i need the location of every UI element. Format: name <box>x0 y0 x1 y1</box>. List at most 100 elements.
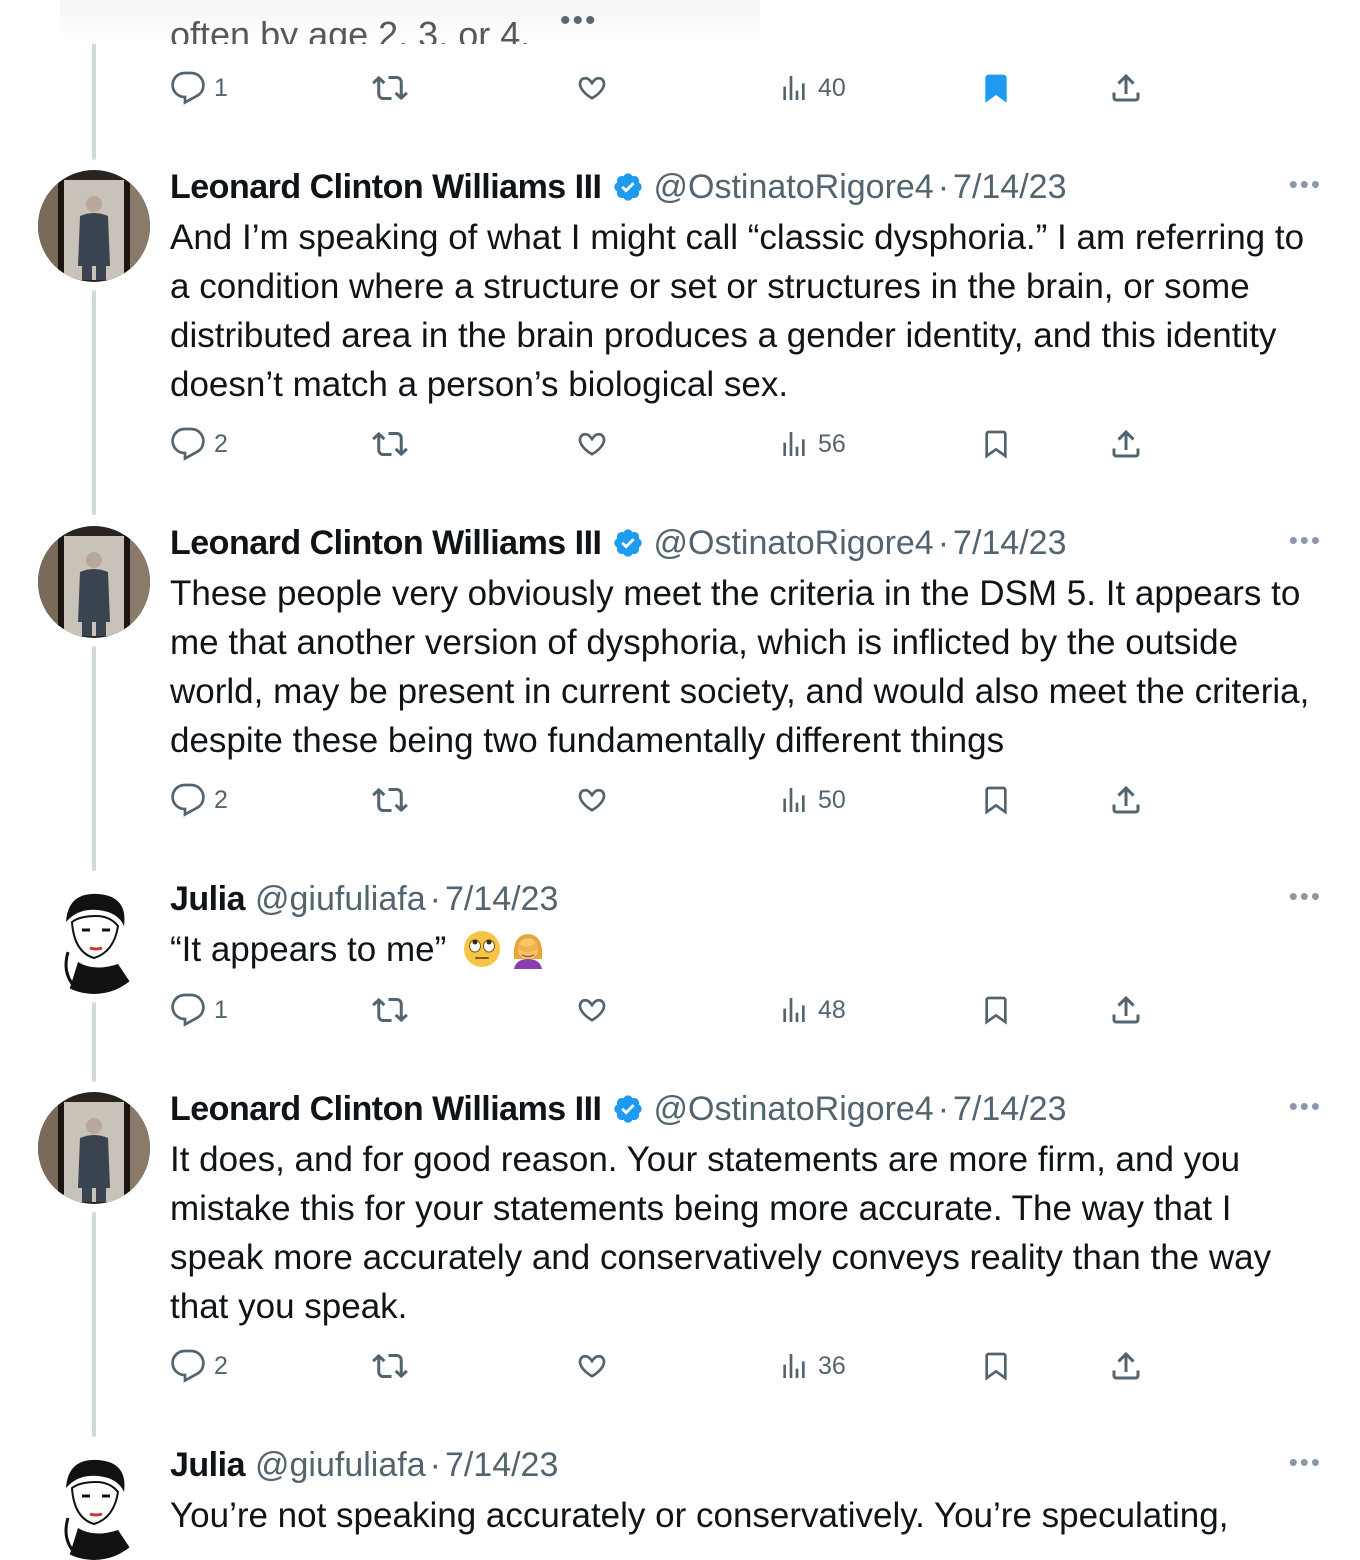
author-name[interactable]: Leonard Clinton Williams III <box>170 524 602 563</box>
tweet-actions: 2 50 <box>0 780 1360 820</box>
reply-count: 2 <box>214 429 228 458</box>
separator-dot: · <box>429 1445 441 1484</box>
tweet-header: Leonard Clinton Williams III @OstinatoRi… <box>170 165 1067 209</box>
separator-dot: · <box>937 167 950 206</box>
more-icon[interactable]: ••• <box>560 6 598 36</box>
author-name[interactable]: Julia <box>170 1446 245 1485</box>
like-button[interactable] <box>574 424 610 464</box>
retweet-button[interactable] <box>370 780 410 820</box>
author-handle[interactable]: @giufuliafa <box>255 1446 426 1485</box>
share-button[interactable] <box>1108 424 1144 464</box>
bookmark-button[interactable] <box>980 780 1012 820</box>
tweet-date[interactable]: 7/14/23 <box>953 1090 1066 1129</box>
like-button[interactable] <box>574 68 610 108</box>
reply-icon <box>171 783 205 817</box>
share-icon <box>1112 73 1140 102</box>
reply-button[interactable]: 1 <box>170 68 228 108</box>
share-icon <box>1112 995 1140 1024</box>
tweet-text: “It appears to me” <box>170 925 1320 974</box>
views-count: 48 <box>818 995 846 1024</box>
avatar[interactable] <box>38 1092 150 1204</box>
author-handle[interactable]: @OstinatoRigore4 <box>654 168 934 207</box>
reply-button[interactable]: 2 <box>170 1346 228 1386</box>
avatar-image <box>38 1092 150 1204</box>
bookmark-button[interactable] <box>980 990 1012 1030</box>
views-button[interactable]: 56 <box>778 424 846 464</box>
bookmark-button[interactable] <box>980 424 1012 464</box>
thread-line <box>92 1212 96 1437</box>
retweet-icon <box>372 997 408 1023</box>
views-button[interactable]: 48 <box>778 990 846 1030</box>
tweet-text: It does, and for good reason. Your state… <box>170 1135 1320 1331</box>
avatar-image <box>38 526 150 638</box>
author-handle[interactable]: @giufuliafa <box>255 880 426 919</box>
bookmark-filled-icon <box>985 74 1007 103</box>
retweet-button[interactable] <box>370 68 410 108</box>
views-icon <box>783 998 805 1022</box>
clipped-tweet-text: often by age 2, 3, or 4. <box>170 14 531 44</box>
tweet-header: Leonard Clinton Williams III @OstinatoRi… <box>170 1087 1067 1131</box>
like-icon <box>578 788 606 812</box>
tweet-actions: 1 40 <box>0 68 1360 108</box>
reply-icon <box>171 427 205 461</box>
reply-button[interactable]: 2 <box>170 424 228 464</box>
share-icon <box>1112 785 1140 814</box>
more-icon[interactable]: ••• <box>1289 525 1322 556</box>
share-button[interactable] <box>1108 780 1144 820</box>
tweet-date[interactable]: 7/14/23 <box>445 880 558 919</box>
tweet-text: These people very obviously meet the cri… <box>170 569 1320 765</box>
retweet-button[interactable] <box>370 1346 410 1386</box>
reply-count: 1 <box>214 995 228 1024</box>
like-icon <box>578 76 606 100</box>
tweet-date[interactable]: 7/14/23 <box>445 1446 558 1485</box>
bookmark-button[interactable] <box>980 1346 1012 1386</box>
like-icon <box>578 1354 606 1378</box>
tweet-text-content: You’re not speaking accurately or conser… <box>170 1496 1229 1535</box>
share-icon <box>1112 1351 1140 1380</box>
more-icon[interactable]: ••• <box>1289 1447 1322 1478</box>
avatar[interactable] <box>38 526 150 638</box>
reply-button[interactable]: 2 <box>170 780 228 820</box>
views-icon <box>783 788 805 812</box>
more-icon[interactable]: ••• <box>1289 881 1322 912</box>
more-icon[interactable]: ••• <box>1289 1091 1322 1122</box>
reply-count: 2 <box>214 785 228 814</box>
share-button[interactable] <box>1108 68 1144 108</box>
avatar[interactable] <box>38 882 150 994</box>
views-button[interactable]: 40 <box>778 68 846 108</box>
tweet-date[interactable]: 7/14/23 <box>953 524 1066 563</box>
woman-facepalming-emoji <box>513 934 543 969</box>
author-name[interactable]: Leonard Clinton Williams III <box>170 1090 602 1129</box>
like-button[interactable] <box>574 1346 610 1386</box>
share-button[interactable] <box>1108 990 1144 1030</box>
bookmark-button-active[interactable] <box>980 68 1012 108</box>
more-icon[interactable]: ••• <box>1289 169 1322 200</box>
author-name[interactable]: Julia <box>170 880 245 919</box>
like-button[interactable] <box>574 780 610 820</box>
author-handle[interactable]: @OstinatoRigore4 <box>654 524 934 563</box>
tweet-text-content: These people very obviously meet the cri… <box>170 574 1310 760</box>
tweet-text: You’re not speaking accurately or conser… <box>170 1491 1320 1540</box>
views-button[interactable]: 36 <box>778 1346 846 1386</box>
retweet-icon <box>372 75 408 101</box>
retweet-button[interactable] <box>370 424 410 464</box>
author-name[interactable]: Leonard Clinton Williams III <box>170 168 602 207</box>
tweet-date[interactable]: 7/14/23 <box>953 168 1066 207</box>
reply-count: 1 <box>214 73 228 102</box>
avatar[interactable] <box>38 1448 150 1560</box>
like-button[interactable] <box>574 990 610 1030</box>
author-handle[interactable]: @OstinatoRigore4 <box>654 1090 934 1129</box>
views-button[interactable]: 50 <box>778 780 846 820</box>
tweet-actions: 1 48 <box>0 990 1360 1030</box>
retweet-icon <box>372 787 408 813</box>
bookmark-icon <box>985 1352 1007 1381</box>
bookmark-icon <box>985 996 1007 1025</box>
avatar[interactable] <box>38 170 150 282</box>
clipped-tweet-text-area: often by age 2, 3, or 4. <box>60 0 760 44</box>
share-button[interactable] <box>1108 1346 1144 1386</box>
retweet-button[interactable] <box>370 990 410 1030</box>
reply-button[interactable]: 1 <box>170 990 228 1030</box>
tweet-header: Leonard Clinton Williams III @OstinatoRi… <box>170 521 1067 565</box>
avatar-image <box>38 1448 150 1560</box>
reply-count: 2 <box>214 1351 228 1380</box>
